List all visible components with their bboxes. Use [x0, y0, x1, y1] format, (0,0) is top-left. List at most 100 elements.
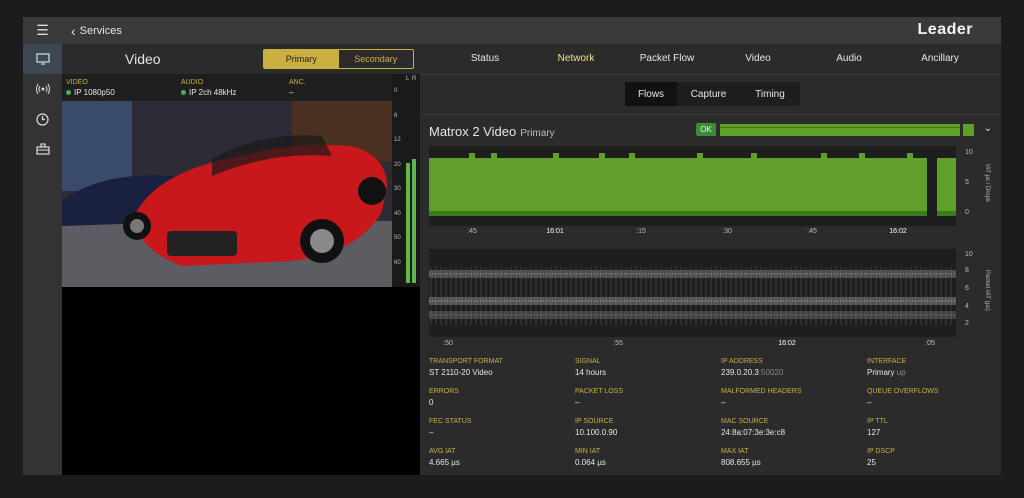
chart1-spike — [697, 153, 703, 158]
back-button[interactable]: ‹ Services — [71, 17, 122, 44]
secondary-toggle[interactable]: Secondary — [338, 50, 413, 68]
stat-item: SIGNAL 14 hours — [575, 358, 606, 377]
stat-item: MAX IAT 808.655 µs — [721, 448, 761, 467]
packet-iat-chart — [429, 249, 956, 337]
stat-label: MAC SOURCE — [721, 418, 769, 425]
tab-video[interactable]: Video — [745, 53, 770, 64]
info-anc: ANC. – — [289, 79, 306, 97]
chevron-down-icon[interactable]: ⌄ — [984, 123, 992, 134]
flow-title: Matrox 2 Video Primary — [429, 124, 555, 139]
meter-tick: 50 — [394, 235, 401, 241]
chart1-spike — [751, 153, 757, 158]
chart2-yaxis: 10 8 6 4 2 — [961, 249, 981, 337]
meter-tick: 40 — [394, 210, 401, 217]
stat-item: AVG IAT 4.665 µs — [429, 448, 460, 467]
meter-bar — [406, 163, 410, 283]
meter-tick: 0 — [394, 88, 398, 94]
stat-value: Primary up — [867, 368, 906, 377]
chart1-xtick: :45 — [467, 228, 477, 235]
chart1-area-tail — [937, 158, 956, 213]
tab-status[interactable]: Status — [471, 53, 499, 64]
video-info-bar: VIDEO IP 1080p50 AUDIO IP 2ch 48kHz ANC.… — [62, 74, 392, 104]
chart1-spike — [599, 153, 605, 158]
stat-label: MALFORMED HEADERS — [721, 388, 802, 395]
tab-network[interactable]: Network — [558, 53, 595, 64]
stat-label: AVG IAT — [429, 448, 456, 455]
meter-channel-label: L — [406, 76, 410, 82]
stat-value-text: Primary — [867, 368, 895, 377]
stat-value: ST 2110-20 Video — [429, 368, 503, 377]
stat-item: IP SOURCE 10.100.0.90 — [575, 418, 617, 437]
tab-ancillary[interactable]: Ancillary — [921, 53, 959, 64]
info-label: ANC. — [289, 79, 306, 86]
info-audio: AUDIO IP 2ch 48kHz — [181, 79, 236, 97]
app-window: ☰ ‹ Services Leader Video Primary Second… — [23, 17, 1001, 475]
sidebar-item-clock[interactable] — [23, 104, 62, 134]
chart1-spike — [629, 153, 635, 158]
subtab-capture[interactable]: Capture — [677, 82, 740, 106]
chart1-xtick: 16:01 — [546, 228, 564, 235]
chart1-spike — [553, 153, 559, 158]
meter-tick: 30 — [394, 186, 401, 192]
chart1-spike — [821, 153, 827, 158]
stat-value: 25 — [867, 458, 895, 467]
chart2-xaxis: :50:55 16:02:05 — [429, 340, 956, 352]
tab-audio[interactable]: Audio — [836, 53, 862, 64]
iat-drops-chart — [429, 146, 956, 226]
chart2-ytick: 6 — [965, 285, 969, 292]
video-preview-image — [62, 101, 392, 287]
path-selector: Primary Secondary — [263, 49, 414, 69]
stat-label: FEC STATUS — [429, 418, 472, 425]
chart1-baseline — [429, 211, 927, 216]
video-header: Video Primary Secondary — [62, 44, 420, 74]
stat-value-text: – — [429, 428, 434, 437]
info-value: – — [289, 88, 294, 97]
stat-label: ERRORS — [429, 388, 459, 395]
chevron-left-icon: ‹ — [71, 22, 76, 39]
stat-value: 127 — [867, 428, 888, 437]
tab-packet-flow[interactable]: Packet Flow — [640, 53, 694, 64]
chart2-ytick: 2 — [965, 320, 969, 327]
primary-toggle[interactable]: Primary — [264, 50, 339, 68]
stat-item: TRANSPORT FORMAT ST 2110-20 Video — [429, 358, 503, 377]
stat-value: 0.064 µs — [575, 458, 606, 467]
top-bar: ☰ ‹ Services Leader — [23, 17, 1001, 44]
stat-value-text: 0 — [429, 398, 434, 407]
stat-item: PACKET LOSS – — [575, 388, 623, 407]
subtab-timing[interactable]: Timing — [740, 82, 800, 106]
back-label: Services — [79, 24, 122, 37]
stat-item: IP TTL 127 — [867, 418, 888, 437]
status-badge: OK — [696, 123, 716, 136]
stat-value: – — [575, 398, 623, 407]
chart2-ytick: 10 — [965, 251, 973, 258]
chart2-xtick: :50 — [443, 340, 453, 347]
clock-icon — [36, 112, 49, 126]
sidebar-item-monitor[interactable] — [23, 44, 62, 74]
stat-value-text: 239.0.20.3 — [721, 368, 759, 377]
subtab-flows[interactable]: Flows — [625, 82, 677, 106]
chart1-xtick: :45 — [807, 228, 817, 235]
video-panel: Video Primary Secondary VIDEO IP 1080p50… — [62, 44, 420, 475]
stat-value-text: 0.064 µs — [575, 458, 606, 467]
menu-icon[interactable]: ☰ — [23, 17, 62, 44]
sidebar-item-toolbox[interactable] — [23, 134, 62, 164]
stat-item: IP ADDRESS 239.0.20.3:50020 — [721, 358, 783, 377]
chart1-spike — [469, 153, 475, 158]
sidebar-item-broadcast[interactable] — [23, 74, 62, 104]
chart2-xtick: 16:02 — [778, 340, 796, 347]
chart1-xtick: :15 — [636, 228, 646, 235]
stat-value-text: – — [867, 398, 872, 407]
chart1-yaxis: 10 5 0 — [961, 146, 981, 226]
info-value: IP 2ch 48kHz — [189, 88, 237, 97]
chart1-spike — [491, 153, 497, 158]
stat-value-text: 24:8a:07:3e:3e:c8 — [721, 428, 786, 437]
broadcast-icon — [35, 83, 50, 95]
stat-item: FEC STATUS – — [429, 418, 472, 437]
stat-item: INTERFACE Primary up — [867, 358, 906, 377]
status-dot — [181, 90, 186, 95]
status-timeline — [720, 124, 974, 136]
chart1-xtick: :30 — [722, 228, 732, 235]
chart2-ytick: 8 — [965, 267, 969, 274]
stat-label: IP TTL — [867, 418, 888, 425]
stat-item: MALFORMED HEADERS – — [721, 388, 802, 407]
